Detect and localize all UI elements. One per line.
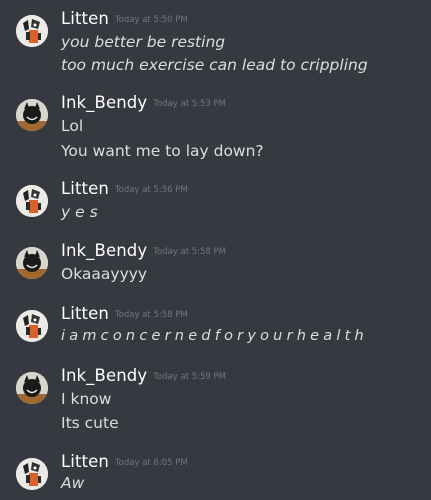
bendy-avatar-icon[interactable] bbox=[16, 99, 48, 131]
message-header: Litten Today at 5:56 PM bbox=[61, 179, 188, 201]
message-header: Ink_Bendy Today at 5:53 PM bbox=[61, 93, 226, 115]
message-timestamp: Today at 5:53 PM bbox=[153, 99, 226, 109]
message-text: Lol bbox=[61, 117, 84, 135]
author-name[interactable]: Litten bbox=[61, 304, 109, 323]
message-text: I know bbox=[61, 390, 112, 408]
chat-message-list: Litten Today at 5:50 PM you better be res… bbox=[0, 0, 431, 500]
message-timestamp: Today at 5:58 PM bbox=[153, 247, 226, 257]
litten-avatar-icon[interactable] bbox=[16, 310, 48, 342]
message-header: Litten Today at 5:58 PM bbox=[61, 304, 188, 326]
author-name[interactable]: Litten bbox=[61, 9, 109, 28]
bendy-avatar-icon[interactable] bbox=[16, 247, 48, 279]
litten-avatar-icon[interactable] bbox=[16, 185, 48, 217]
message-timestamp: Today at 5:56 PM bbox=[114, 185, 188, 195]
message-text: y e s bbox=[61, 203, 98, 221]
message-text: You want me to lay down? bbox=[61, 142, 264, 160]
author-name[interactable]: Ink_Bendy bbox=[61, 366, 147, 385]
message-header: Ink_Bendy Today at 5:59 PM bbox=[61, 366, 226, 388]
message-text: Its cute bbox=[61, 414, 119, 432]
message-timestamp: Today at 5:59 PM bbox=[153, 372, 226, 382]
message-text: you better be resting bbox=[61, 33, 226, 51]
author-name[interactable]: Litten bbox=[61, 452, 109, 471]
message-text: Aw bbox=[61, 474, 85, 492]
author-name[interactable]: Litten bbox=[61, 179, 109, 198]
message-timestamp: Today at 5:50 PM bbox=[114, 15, 188, 25]
message-text: too much exercise can lead to crippling bbox=[61, 56, 368, 74]
message-header: Ink_Bendy Today at 5:58 PM bbox=[61, 241, 226, 263]
author-name[interactable]: Ink_Bendy bbox=[61, 93, 147, 112]
message-timestamp: Today at 5:58 PM bbox=[114, 310, 188, 320]
message-header: Litten Today at 6:05 PM bbox=[61, 452, 188, 474]
author-name[interactable]: Ink_Bendy bbox=[61, 241, 147, 260]
message-header: Litten Today at 5:50 PM bbox=[61, 9, 188, 31]
litten-avatar-icon[interactable] bbox=[16, 458, 48, 490]
litten-avatar-icon[interactable] bbox=[16, 15, 48, 47]
message-text: i a m c o n c e r n e d f o r y o u r h … bbox=[61, 328, 364, 344]
message-text: Okaaayyyy bbox=[61, 265, 148, 283]
bendy-avatar-icon[interactable] bbox=[16, 372, 48, 404]
message-timestamp: Today at 6:05 PM bbox=[114, 458, 188, 468]
